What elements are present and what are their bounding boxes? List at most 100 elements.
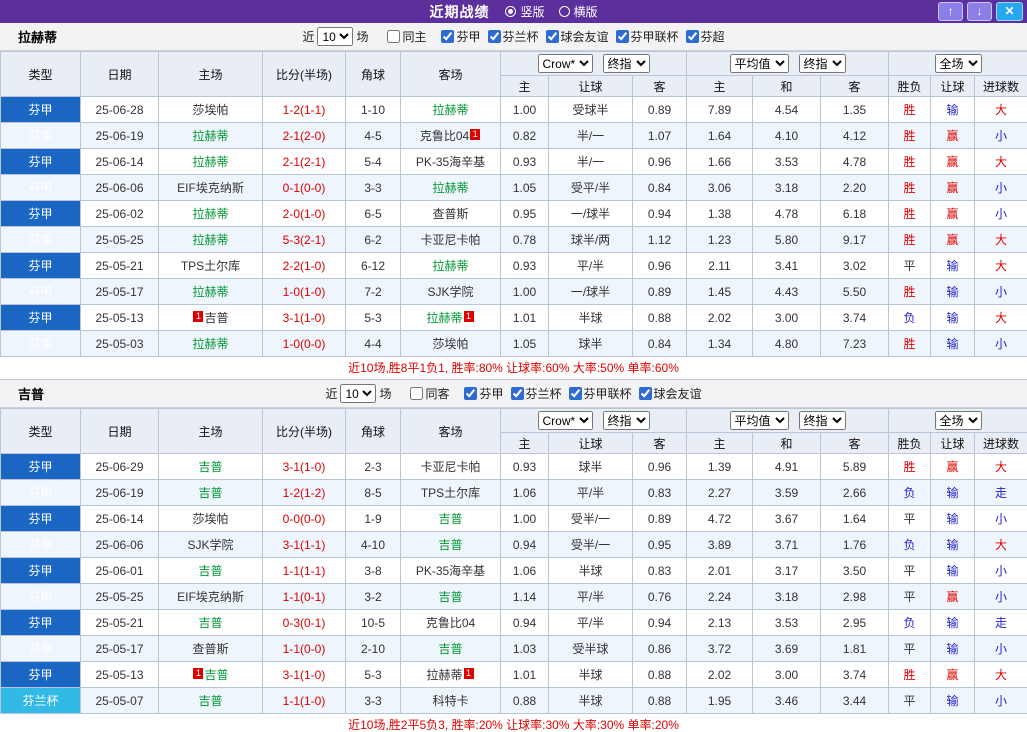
- avg-away-cell: 4.78: [819, 148, 890, 175]
- avg-home-cell: 3.06: [686, 174, 753, 201]
- home-team-cell: 拉赫蒂: [158, 122, 263, 149]
- checkbox-icon[interactable]: [545, 30, 559, 43]
- league-filter-checkbox[interactable]: 芬兰杯: [509, 385, 562, 402]
- average-odds-select[interactable]: 平均值: [729, 54, 789, 73]
- league-filter-checkbox[interactable]: 芬甲: [462, 385, 504, 402]
- result-wdl-cell: 负: [888, 304, 932, 331]
- odds-away-cell: 0.96: [632, 148, 687, 175]
- bookmaker-select[interactable]: Crow*: [537, 411, 593, 430]
- odds-away-cell: 1.12: [632, 226, 687, 253]
- league-filter-checkbox[interactable]: 芬甲联杯: [567, 385, 632, 402]
- result-handicap-cell: 赢: [930, 226, 976, 253]
- same-venue-checkbox[interactable]: 同主: [385, 28, 426, 45]
- league-filter-checkbox[interactable]: 球会友谊: [544, 28, 609, 45]
- match-row: 芬甲 25-06-14 拉赫蒂 2-1(2-1) 5-4 PK-35海辛基 0.93 半/一 0…: [0, 148, 1027, 175]
- home-team-cell: SJK学院: [158, 531, 263, 558]
- match-row: 芬甲 25-05-25 EIF埃克纳斯 1-1(0-1) 3-2 吉普 1.14 平/半 0.7…: [0, 583, 1027, 610]
- checkbox-icon[interactable]: [410, 387, 424, 400]
- score-cell: 3-1(1-0): [262, 453, 346, 480]
- avg-away-cell: 3.02: [819, 252, 890, 279]
- checkbox-icon[interactable]: [464, 387, 478, 400]
- date-cell: 25-05-21: [80, 252, 159, 279]
- result-group: 全场: [888, 51, 1027, 76]
- recent-count-select[interactable]: 10: [317, 27, 354, 46]
- fulltime-select[interactable]: 全场: [934, 54, 982, 73]
- avg-draw-cell: 5.80: [752, 226, 821, 253]
- final-odds-select[interactable]: 终指: [798, 54, 846, 73]
- away-team-cell: 吉普: [400, 583, 501, 610]
- avg-away-cell: 3.44: [819, 687, 890, 714]
- checkbox-icon[interactable]: [615, 30, 629, 43]
- handicap-cell: 受半球: [548, 635, 633, 662]
- away-team-cell: TPS土尔库: [400, 479, 501, 506]
- away-team-cell: 克鲁比04 1: [400, 122, 501, 149]
- final-odds-select[interactable]: 终指: [602, 54, 650, 73]
- layout-option-label: 横版: [573, 5, 598, 19]
- checkbox-label: 同客: [425, 387, 450, 401]
- date-cell: 25-06-29: [80, 453, 159, 480]
- team-label: 科特卡: [432, 694, 469, 708]
- result-handicap-cell: 赢: [930, 148, 976, 175]
- column-subheader: 进球数: [974, 75, 1027, 97]
- odds-away-cell: 0.88: [632, 661, 687, 688]
- fulltime-select[interactable]: 全场: [934, 411, 982, 430]
- sections-container: 拉赫蒂近 10 场同主 芬甲 芬兰杯 球会友谊 芬甲联杯 芬超 类型 日期 主场 比分(半场) 角球 客场…: [0, 23, 1027, 732]
- checkbox-icon[interactable]: [510, 387, 524, 400]
- result-handicap-cell: 输: [930, 304, 976, 331]
- checkbox-icon[interactable]: [685, 30, 699, 43]
- same-venue-checkbox[interactable]: 同客: [408, 385, 449, 402]
- checkbox-icon[interactable]: [568, 387, 582, 400]
- corners-cell: 5-3: [345, 304, 401, 331]
- league-filter-checkbox[interactable]: 芬兰杯: [486, 28, 539, 45]
- average-odds-select[interactable]: 平均值: [729, 411, 789, 430]
- recent-count-select[interactable]: 10: [340, 384, 377, 403]
- team-label: 1 吉普: [192, 311, 229, 325]
- handicap-cell: 半/一: [548, 148, 633, 175]
- avg-draw-cell: 3.00: [752, 661, 821, 688]
- match-row: 芬甲 25-05-21 吉普 0-3(0-1) 10-5 克鲁比04 0.94 平/半 0.94…: [0, 609, 1027, 636]
- home-team-cell: 吉普: [158, 453, 263, 480]
- team-label: 拉赫蒂: [432, 181, 469, 195]
- avg-away-cell: 2.98: [819, 583, 890, 610]
- home-team-cell: 拉赫蒂: [158, 330, 263, 357]
- titlebar: 近期战绩 竖版 横版 ↑ ↓ ✕: [0, 0, 1027, 23]
- checkbox-icon[interactable]: [487, 30, 501, 43]
- result-wdl-cell: 胜: [888, 200, 932, 227]
- column-subheader: 主: [686, 432, 753, 454]
- checkbox-label: 同主: [402, 30, 427, 44]
- result-goals-cell: 大: [974, 661, 1027, 688]
- checkbox-icon[interactable]: [638, 387, 652, 400]
- league-filter-checkbox[interactable]: 芬甲联杯: [614, 28, 679, 45]
- checkbox-icon[interactable]: [387, 30, 401, 43]
- league-filter-checkbox[interactable]: 芬超: [684, 28, 725, 45]
- layout-radio-group: 竖版 横版: [505, 3, 598, 20]
- away-team-cell: PK-35海辛基: [400, 148, 501, 175]
- odds-away-cell: 0.83: [632, 557, 687, 584]
- odds-home-cell: 0.94: [500, 609, 549, 636]
- result-handicap-cell: 输: [930, 96, 976, 123]
- column-header: 日期: [80, 408, 159, 454]
- avg-home-cell: 1.38: [686, 200, 753, 227]
- avg-draw-cell: 4.91: [752, 453, 821, 480]
- date-cell: 25-06-14: [80, 148, 159, 175]
- layout-option-1[interactable]: 横版: [558, 3, 598, 20]
- move-up-button[interactable]: ↑: [938, 2, 963, 21]
- section-header: 拉赫蒂 近 10 场 同主 芬甲 芬兰杯 球会友谊 芬甲联杯 芬超: [0, 23, 1027, 51]
- checkbox-icon[interactable]: [441, 30, 455, 43]
- result-wdl-cell: 平: [888, 252, 932, 279]
- handicap-cell: 平/半: [548, 252, 633, 279]
- odds-away-cell: 0.89: [632, 278, 687, 305]
- avg-draw-cell: 3.67: [752, 505, 821, 532]
- close-button[interactable]: ✕: [996, 2, 1023, 21]
- league-filter-checkbox[interactable]: 芬甲: [439, 28, 481, 45]
- avg-home-cell: 1.66: [686, 148, 753, 175]
- corners-cell: 8-5: [345, 479, 401, 506]
- league-filter-checkbox[interactable]: 球会友谊: [637, 385, 702, 402]
- bookmaker-select[interactable]: Crow*: [537, 54, 593, 73]
- home-team-cell: 拉赫蒂: [158, 226, 263, 253]
- layout-option-0[interactable]: 竖版: [505, 3, 545, 20]
- move-down-button[interactable]: ↓: [967, 2, 992, 21]
- final-odds-select[interactable]: 终指: [602, 411, 650, 430]
- avg-away-cell: 1.76: [819, 531, 890, 558]
- final-odds-select[interactable]: 终指: [798, 411, 846, 430]
